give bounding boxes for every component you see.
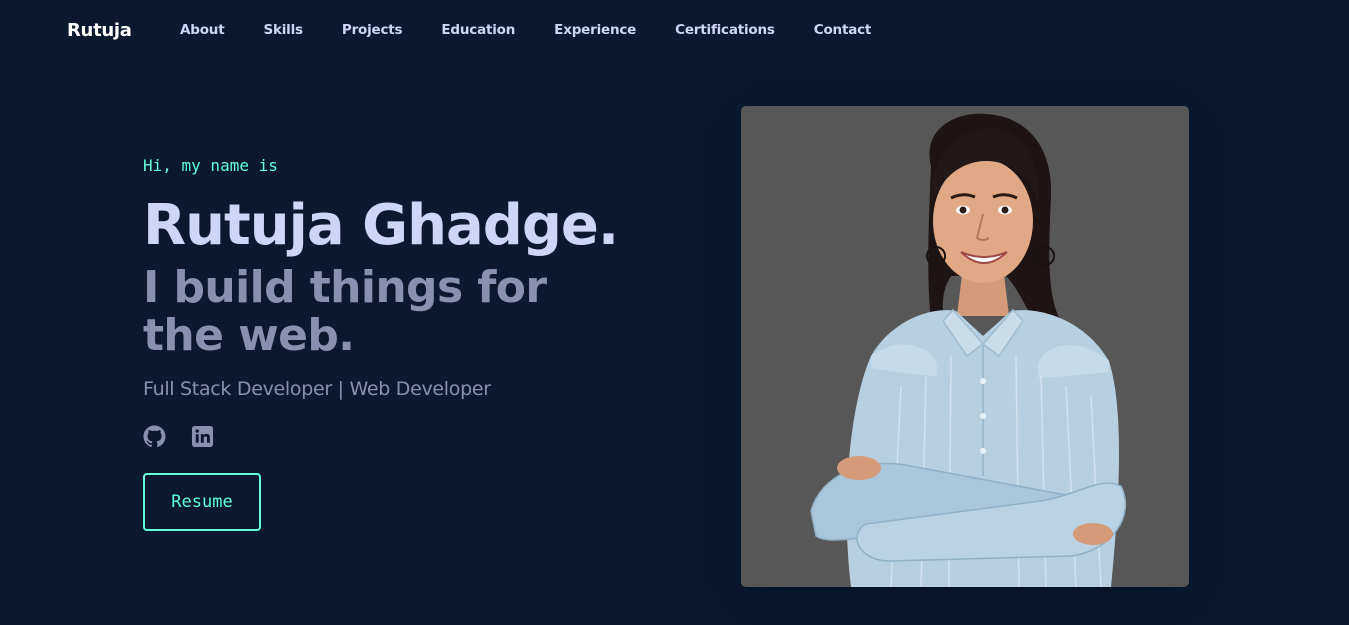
nav-link-skills[interactable]: Skills: [263, 22, 303, 38]
nav-link-projects[interactable]: Projects: [342, 22, 403, 38]
nav-link-contact[interactable]: Contact: [814, 22, 872, 38]
resume-button[interactable]: Resume: [143, 473, 261, 532]
nav-link-about[interactable]: About: [180, 22, 225, 38]
brand-logo[interactable]: Rutuja: [67, 20, 132, 41]
hero-name: Rutuja Ghadge.: [143, 193, 619, 258]
hero-role: Full Stack Developer | Web Developer: [143, 378, 491, 401]
nav-link-experience[interactable]: Experience: [554, 22, 636, 38]
nav-links: About Skills Projects Education Experien…: [180, 22, 871, 38]
nav-link-certifications[interactable]: Certifications: [675, 22, 775, 38]
profile-photo: [741, 106, 1189, 587]
social-links: [143, 424, 663, 448]
top-navbar: Rutuja About Skills Projects Education E…: [0, 0, 1349, 64]
profile-portrait-illustration: [810, 113, 1127, 587]
github-icon[interactable]: [143, 425, 166, 448]
page: Rutuja About Skills Projects Education E…: [0, 0, 1349, 625]
linkedin-icon[interactable]: [191, 425, 214, 448]
hero-tagline: I build things for the web.: [143, 261, 547, 361]
nav-link-education[interactable]: Education: [441, 22, 515, 38]
hero-greeting: Hi, my name is: [143, 156, 278, 175]
hero-section: Hi, my name is Rutuja Ghadge. I build th…: [143, 150, 663, 532]
